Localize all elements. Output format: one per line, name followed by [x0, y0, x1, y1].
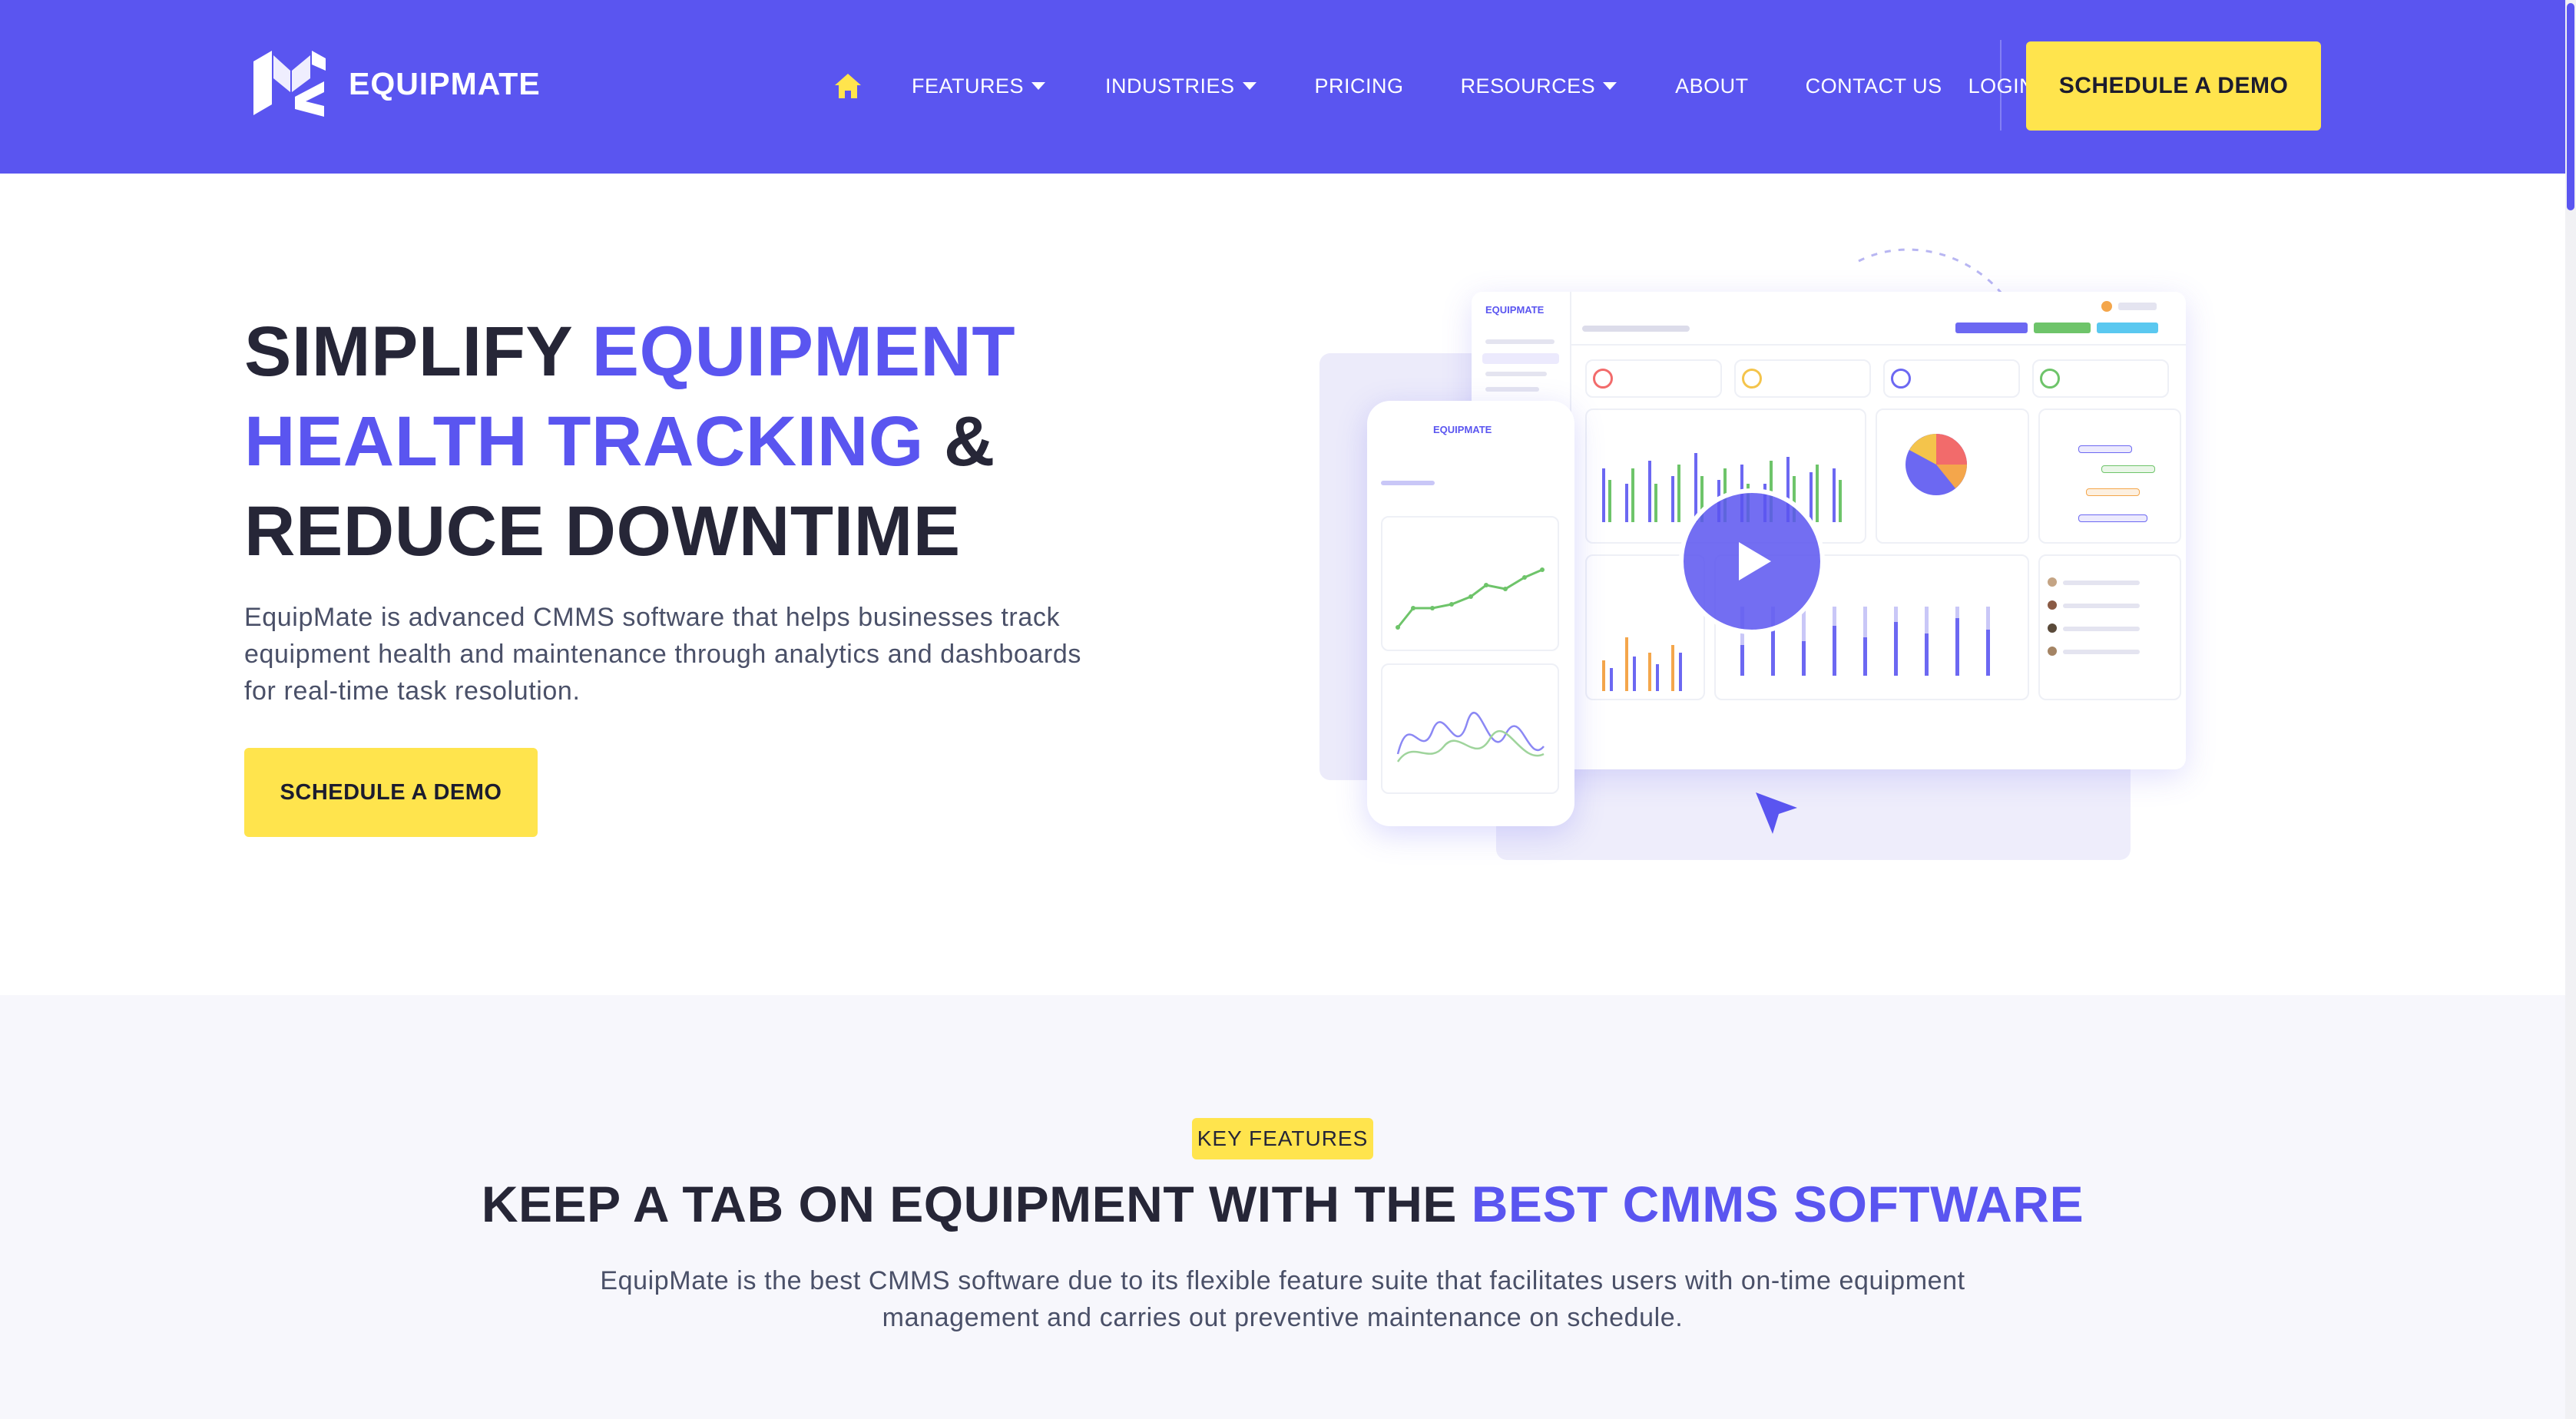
hero-title-part: SIMPLIFY — [244, 313, 592, 391]
nav-item-about[interactable]: ABOUT — [1675, 74, 1749, 98]
scrollbar-track[interactable] — [2565, 0, 2576, 1419]
hero-title-accent: EQUIPMENT — [591, 313, 1016, 391]
schedule-demo-nav-button[interactable]: SCHEDULE A DEMO — [2026, 41, 2321, 131]
nav-item-features[interactable]: FEATURES — [912, 74, 1046, 98]
main-menu: FEATURES INDUSTRIES PRICING RESOURCES AB… — [833, 71, 2035, 101]
dashboard-mockup: EQUIPMATE EQUIPMATE — [1306, 238, 2197, 883]
nav-item-pricing[interactable]: PRICING — [1315, 74, 1404, 98]
hero-title-accent: HEALTH TRACKING — [244, 402, 924, 481]
nav-item-features-label: FEATURES — [912, 74, 1025, 98]
chevron-down-icon — [1242, 82, 1257, 90]
hero-title: SIMPLIFY EQUIPMENT HEALTH TRACKING & RED… — [244, 307, 1166, 577]
play-icon — [1739, 542, 1771, 580]
dashboard-logo: EQUIPMATE — [1485, 304, 1545, 316]
mobile-app-preview: EQUIPMATE — [1367, 401, 1574, 826]
play-video-button[interactable] — [1679, 488, 1825, 634]
nav-item-about-label: ABOUT — [1675, 74, 1749, 98]
features-description: EquipMate is the best CMMS software due … — [600, 1266, 1965, 1332]
hero-title-part: REDUCE DOWNTIME — [244, 492, 961, 571]
nav-item-industries[interactable]: INDUSTRIES — [1105, 74, 1257, 98]
hero-description: EquipMate is advanced CMMS software that… — [244, 603, 1081, 706]
desktop-dashboard-preview: EQUIPMATE — [1472, 292, 2186, 769]
chevron-down-icon — [1603, 82, 1617, 90]
phone-logo: EQUIPMATE — [1433, 424, 1492, 435]
hero-title-part: & — [923, 402, 995, 481]
page: EQUIPMATE FEATURES INDUSTRIES PRICING RE… — [0, 0, 2576, 1419]
nav-divider — [2000, 40, 2002, 131]
nav-item-resources-label: RESOURCES — [1460, 74, 1596, 98]
nav-item-resources[interactable]: RESOURCES — [1461, 74, 1617, 98]
equipmate-logo-icon — [253, 51, 326, 117]
features-title-accent: BEST CMMS SOFTWARE — [1471, 1176, 2084, 1232]
nav-item-pricing-label: PRICING — [1314, 74, 1404, 98]
schedule-demo-hero-button[interactable]: SCHEDULE A DEMO — [244, 748, 538, 837]
cursor-arrow-icon — [1756, 792, 1797, 834]
scrollbar-thumb[interactable] — [2567, 3, 2574, 210]
chevron-down-icon — [1031, 82, 1046, 90]
nav-home[interactable] — [833, 72, 863, 100]
brand-name: EQUIPMATE — [349, 65, 541, 101]
key-features-badge: KEY FEATURES — [1192, 1118, 1373, 1159]
features-title-part: KEEP A TAB ON EQUIPMENT WITH THE — [481, 1176, 1472, 1232]
nav-item-contact[interactable]: CONTACT US — [1806, 74, 1942, 98]
nav-item-contact-label: CONTACT US — [1805, 74, 1942, 98]
features-title: KEEP A TAB ON EQUIPMENT WITH THE BEST CM… — [0, 1175, 2565, 1233]
dashboard-header — [1571, 292, 2186, 346]
top-navbar: EQUIPMATE FEATURES INDUSTRIES PRICING RE… — [0, 0, 2565, 174]
brand-logo[interactable]: EQUIPMATE — [250, 48, 541, 120]
home-icon — [835, 74, 861, 98]
nav-item-industries-label: INDUSTRIES — [1105, 74, 1235, 98]
